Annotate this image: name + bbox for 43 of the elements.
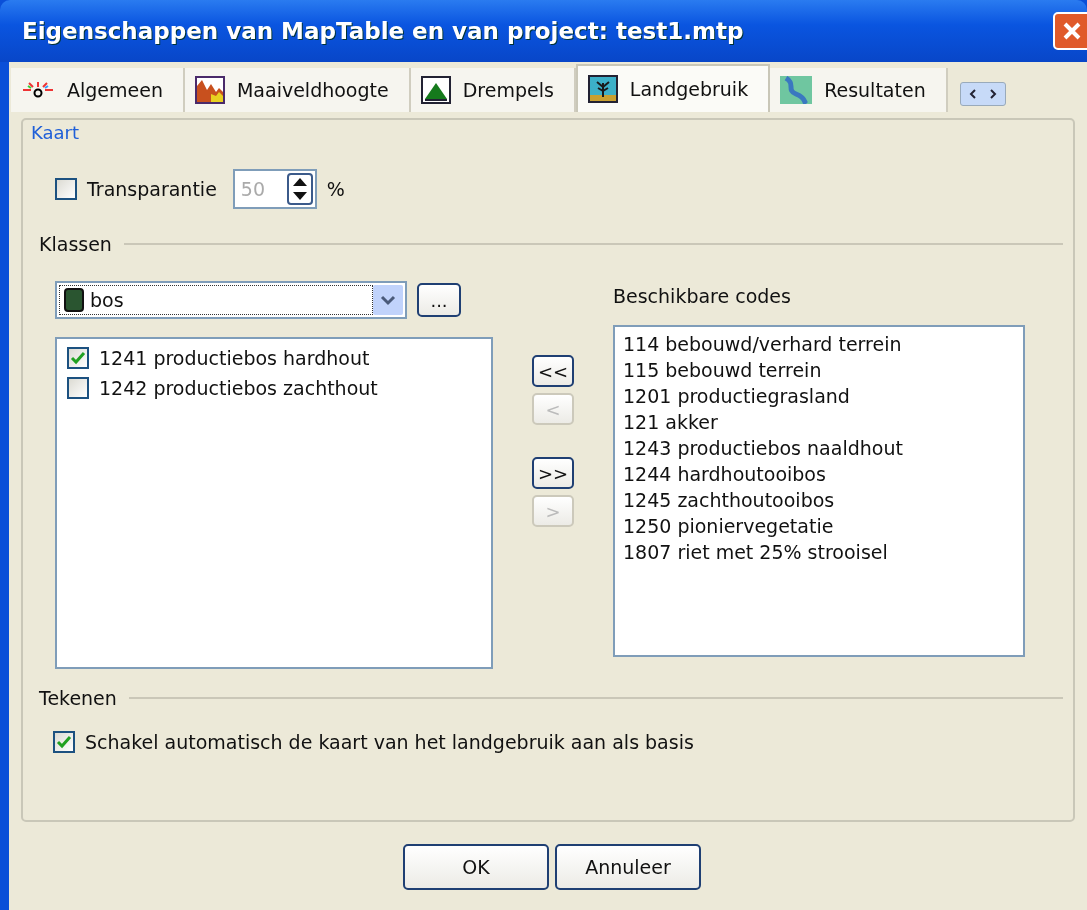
class-dropdown[interactable]: bos (55, 281, 407, 319)
spin-arrows-icon (286, 173, 313, 205)
chevron-down-icon (380, 294, 396, 306)
checkbox-label: Schakel automatisch de kaart van het landgebruik aan als basis (85, 731, 694, 753)
elevation-chart-icon (194, 76, 225, 104)
close-button[interactable] (1053, 12, 1087, 50)
list-item[interactable]: 114 bebouwd/verhard terrein (623, 332, 1015, 356)
section-title: Tekenen (39, 687, 117, 709)
group-title: Kaart (31, 122, 80, 143)
tab[interactable]: Landgebruik (575, 64, 771, 112)
tab-scroll-buttons[interactable] (959, 82, 1006, 106)
ok-button[interactable]: OK (403, 844, 549, 890)
list-item[interactable]: 1243 productiebos naaldhout (623, 436, 1015, 460)
tab[interactable]: Drempels (410, 68, 576, 112)
tab[interactable]: Resultaten (770, 68, 948, 112)
list-item[interactable]: 1242 productiebos zachthout (99, 377, 378, 399)
sparkle-icon (21, 80, 55, 100)
section-title: Klassen (39, 233, 112, 255)
close-icon (1061, 20, 1083, 42)
list-title: Beschikbare codes (613, 285, 792, 307)
list-item[interactable]: 121 akker (623, 410, 1015, 434)
list-item[interactable]: 115 bebouwd terrein (623, 358, 1015, 382)
move-button[interactable]: << (532, 355, 574, 387)
cancel-button[interactable]: Annuleer (555, 844, 701, 890)
hill-icon (420, 76, 451, 104)
checkbox[interactable] (67, 377, 89, 399)
checkbox[interactable] (53, 731, 75, 753)
list-item[interactable]: 1245 zachthoutooibos (623, 488, 1015, 512)
tree-icon (587, 75, 618, 103)
list-item[interactable]: 1244 hardhoutooibos (623, 462, 1015, 486)
browse-button[interactable]: ... (417, 283, 461, 317)
move-button[interactable]: >> (532, 457, 574, 489)
list-item[interactable]: 1807 riet met 25% strooisel (623, 540, 1015, 564)
window-title: Eigenschappen van MapTable en van project: test1.mtp (22, 18, 744, 44)
list-item[interactable]: 1250 pioniervegetatie (623, 514, 1015, 538)
tab[interactable]: Maaiveldhoogte (184, 68, 411, 112)
checkbox-label: Transparantie (87, 178, 217, 200)
list-item[interactable]: 1241 productiebos hardhout (99, 347, 370, 369)
tab[interactable]: Algemeen (11, 68, 185, 112)
list-item[interactable]: 1201 productiegrasland (623, 384, 1015, 408)
checkbox[interactable] (67, 347, 89, 369)
unit-label: % (326, 178, 345, 200)
river-map-icon (780, 76, 813, 104)
